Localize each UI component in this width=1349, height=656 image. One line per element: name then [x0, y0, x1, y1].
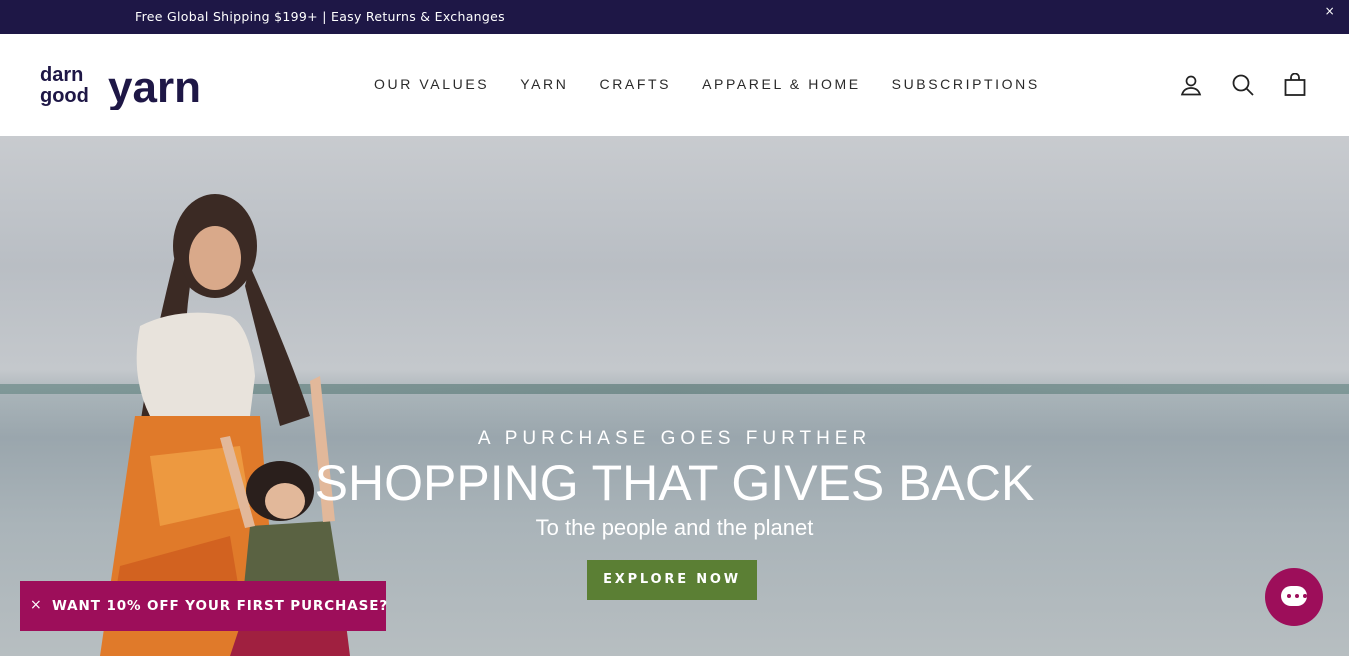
nav-item-crafts[interactable]: CRAFTS	[599, 76, 671, 92]
nav-item-subscriptions[interactable]: SUBSCRIPTIONS	[892, 76, 1040, 92]
brand-line2: good	[40, 85, 89, 107]
explore-now-button[interactable]: EXPLORE NOW	[587, 560, 757, 600]
nav-item-apparel-home[interactable]: APPAREL & HOME	[702, 76, 861, 92]
chat-button[interactable]	[1265, 568, 1323, 626]
discount-promo-tab[interactable]: × WANT 10% OFF YOUR FIRST PURCHASE?	[20, 581, 388, 631]
hero-banner: A PURCHASE GOES FURTHER SHOPPING THAT GI…	[0, 136, 1349, 656]
brand-word: yarn	[108, 63, 201, 110]
promo-label[interactable]: WANT 10% OFF YOUR FIRST PURCHASE?	[52, 598, 388, 614]
site-header: darn good yarn OUR VALUES YARN CRAFTS AP…	[0, 34, 1349, 136]
announcement-text: Free Global Shipping $199+ | Easy Return…	[135, 9, 505, 24]
hero-eyebrow: A PURCHASE GOES FURTHER	[477, 428, 872, 449]
account-icon[interactable]	[1179, 73, 1203, 97]
nav-item-yarn[interactable]: YARN	[520, 76, 568, 92]
announcement-bar: Free Global Shipping $199+ | Easy Return…	[0, 0, 1349, 34]
brand-line1: darn	[40, 64, 83, 86]
chat-dots-icon	[1287, 594, 1307, 598]
hero-subheadline: To the people and the planet	[535, 515, 814, 540]
promo-close-button[interactable]: ×	[30, 597, 43, 613]
main-nav: OUR VALUES YARN CRAFTS APPAREL & HOME SU…	[374, 76, 1040, 92]
nav-item-our-values[interactable]: OUR VALUES	[374, 76, 489, 92]
announcement-close-button[interactable]: ×	[1325, 4, 1335, 18]
cart-icon[interactable]	[1283, 72, 1307, 97]
header-icons	[1179, 72, 1307, 97]
search-icon[interactable]	[1231, 73, 1255, 97]
hero-headline: SHOPPING THAT GIVES BACK	[314, 455, 1035, 511]
brand-logo[interactable]: darn good yarn	[40, 60, 220, 110]
